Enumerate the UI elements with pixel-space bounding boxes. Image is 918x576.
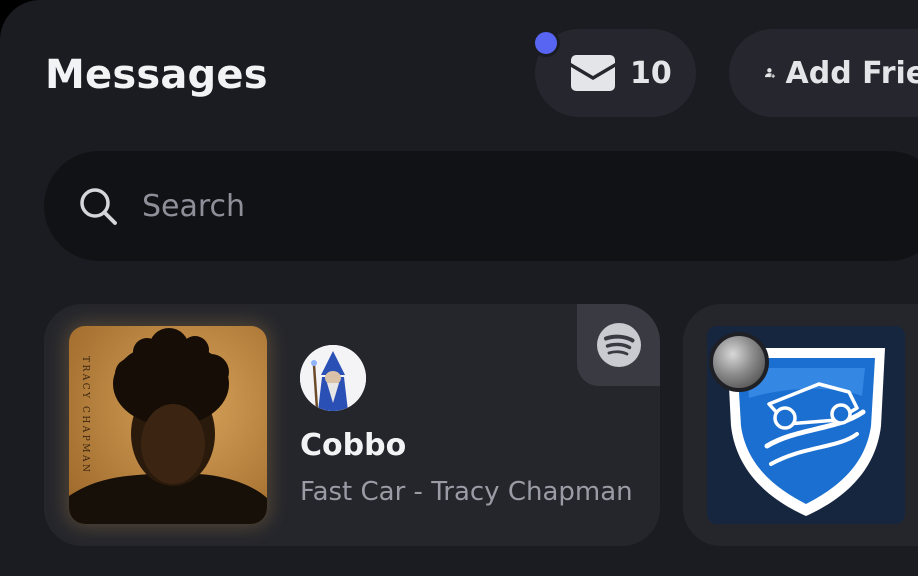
notification-dot bbox=[532, 29, 560, 57]
search-bar[interactable] bbox=[44, 151, 918, 261]
search-input[interactable] bbox=[142, 188, 742, 224]
user-name: Cobbo bbox=[300, 428, 407, 463]
page-title: Messages bbox=[45, 52, 268, 98]
search-icon bbox=[80, 188, 117, 225]
avatar[interactable] bbox=[300, 345, 366, 411]
add-friend-label: Add Friend bbox=[785, 55, 918, 91]
mail-icon bbox=[571, 55, 615, 91]
spotify-icon bbox=[596, 323, 641, 367]
activity-card-game[interactable] bbox=[683, 304, 918, 546]
album-spine-text: TRACY CHAPMAN bbox=[80, 356, 90, 474]
spotify-badge[interactable] bbox=[577, 304, 660, 386]
add-friend-button[interactable]: Add Friend bbox=[729, 29, 918, 117]
inbox-count: 10 bbox=[630, 55, 672, 91]
album-cover: TRACY CHAPMAN bbox=[69, 326, 267, 524]
app-window: Messages 10 Add Friend bbox=[0, 0, 918, 576]
add-friend-icon bbox=[765, 68, 776, 79]
album-cover-image: TRACY CHAPMAN bbox=[69, 326, 267, 524]
activity-card[interactable]: TRACY CHAPMAN Cobbo Fast Car - Tracy Cha… bbox=[44, 304, 660, 546]
avatar-image bbox=[300, 345, 366, 411]
track-info: Fast Car - Tracy Chapman bbox=[300, 477, 633, 507]
status-indicator bbox=[709, 332, 769, 392]
